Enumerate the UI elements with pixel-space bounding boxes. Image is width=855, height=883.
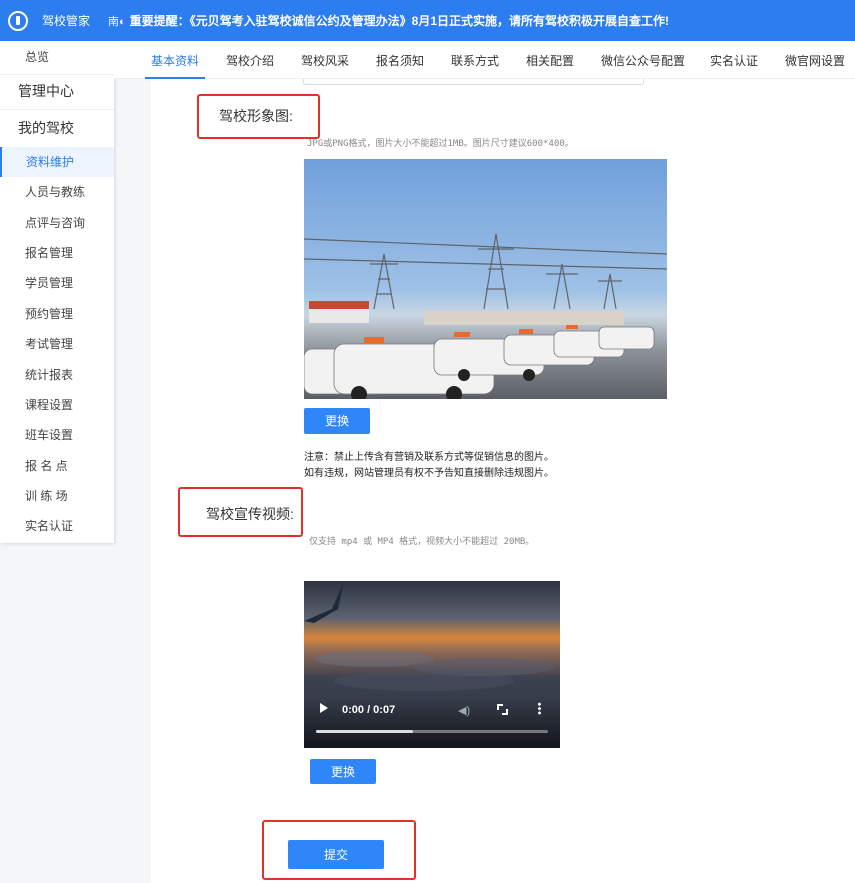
video-format-hint: 仅支持 mp4 或 MP4 格式，视频大小不能超过 20MB。	[309, 537, 535, 547]
highlight-box	[178, 487, 303, 537]
video-progress-fill	[316, 730, 414, 733]
sidebar-item-staff[interactable]: 人员与教练	[0, 177, 114, 207]
highlight-box	[197, 94, 320, 139]
app-title[interactable]: 驾校管家	[42, 12, 90, 29]
top-bar: 驾校管家 南◐ 重要提醒：《元贝驾考入驻驾校诚信公约及管理办法》8月1日正式实施…	[0, 0, 855, 41]
image-warning-line1: 注意：禁止上传含有营销及联系方式等促销信息的图片。	[304, 452, 554, 463]
driving-school-photo-icon	[304, 233, 667, 399]
sidebar-divider	[0, 109, 114, 110]
image-format-hint: JPG或PNG格式，图片大小不能超过1MB。图片尺寸建议600*400。	[307, 139, 574, 149]
tab-verification[interactable]: 实名认证	[710, 41, 758, 79]
sidebar-item-booking[interactable]: 预约管理	[0, 299, 114, 329]
submit-button[interactable]: 提交	[288, 840, 384, 869]
school-image-preview	[304, 159, 667, 399]
sidebar-item-exams[interactable]: 考试管理	[0, 329, 114, 359]
sidebar-item-signup-points[interactable]: 报 名 点	[0, 451, 114, 481]
sidebar-item-shuttle[interactable]: 班车设置	[0, 420, 114, 450]
announcement-icon: 南◐	[108, 15, 126, 28]
sidebar-group-my-school[interactable]: 我的驾校	[0, 113, 114, 143]
tab-school-intro[interactable]: 驾校介绍	[226, 41, 274, 79]
sidebar-item-overview[interactable]: 总览	[0, 42, 114, 72]
sidebar-item-verification[interactable]: 实名认证	[0, 511, 114, 541]
video-time: 0:00 / 0:07	[342, 704, 396, 716]
sidebar-group-management[interactable]: 管理中心	[0, 76, 114, 106]
previous-field-input[interactable]	[303, 79, 644, 85]
promo-video-player[interactable]: 0:00 / 0:07 ◀)	[304, 581, 560, 748]
change-video-button[interactable]: 更换	[310, 759, 376, 784]
video-progress-bar[interactable]	[316, 730, 548, 733]
volume-icon[interactable]: ◀)	[458, 704, 470, 717]
tab-microsite[interactable]: 微官网设置	[785, 41, 845, 79]
sidebar-item-profile[interactable]: 资料维护	[0, 147, 114, 177]
sidebar-item-students[interactable]: 学员管理	[0, 268, 114, 298]
more-options-icon[interactable]	[538, 702, 541, 715]
tab-config[interactable]: 相关配置	[526, 41, 574, 79]
sidebar: 总览 管理中心 我的驾校 资料维护 人员与教练 点评与咨询 报名管理 学员管理 …	[0, 41, 114, 543]
sidebar-item-training-ground[interactable]: 训 练 场	[0, 481, 114, 511]
sidebar-item-courses[interactable]: 课程设置	[0, 390, 114, 420]
tab-school-style[interactable]: 驾校风采	[301, 41, 349, 79]
sidebar-divider	[0, 74, 114, 75]
sidebar-item-enrollment[interactable]: 报名管理	[0, 238, 114, 268]
image-warning-line2: 如有违规，网站管理员有权不予告知直接删除违规图片。	[304, 468, 554, 479]
logo-icon[interactable]	[8, 10, 28, 31]
tab-basic-info[interactable]: 基本资料	[144, 41, 206, 79]
play-icon[interactable]	[320, 703, 328, 713]
tab-bar: 基本资料 驾校介绍 驾校风采 报名须知 联系方式 相关配置 微信公众号配置 实名…	[114, 41, 855, 79]
announcement-text[interactable]: 重要提醒：《元贝驾考入驻驾校诚信公约及管理办法》8月1日正式实施，请所有驾校积极…	[130, 12, 669, 29]
tab-wechat-config[interactable]: 微信公众号配置	[601, 41, 685, 79]
tab-contact[interactable]: 联系方式	[451, 41, 499, 79]
sidebar-item-reports[interactable]: 统计报表	[0, 360, 114, 390]
tab-enroll-notice[interactable]: 报名须知	[376, 41, 424, 79]
sidebar-item-reviews[interactable]: 点评与咨询	[0, 208, 114, 238]
fullscreen-icon[interactable]	[497, 704, 508, 715]
change-image-button[interactable]: 更换	[304, 408, 370, 434]
